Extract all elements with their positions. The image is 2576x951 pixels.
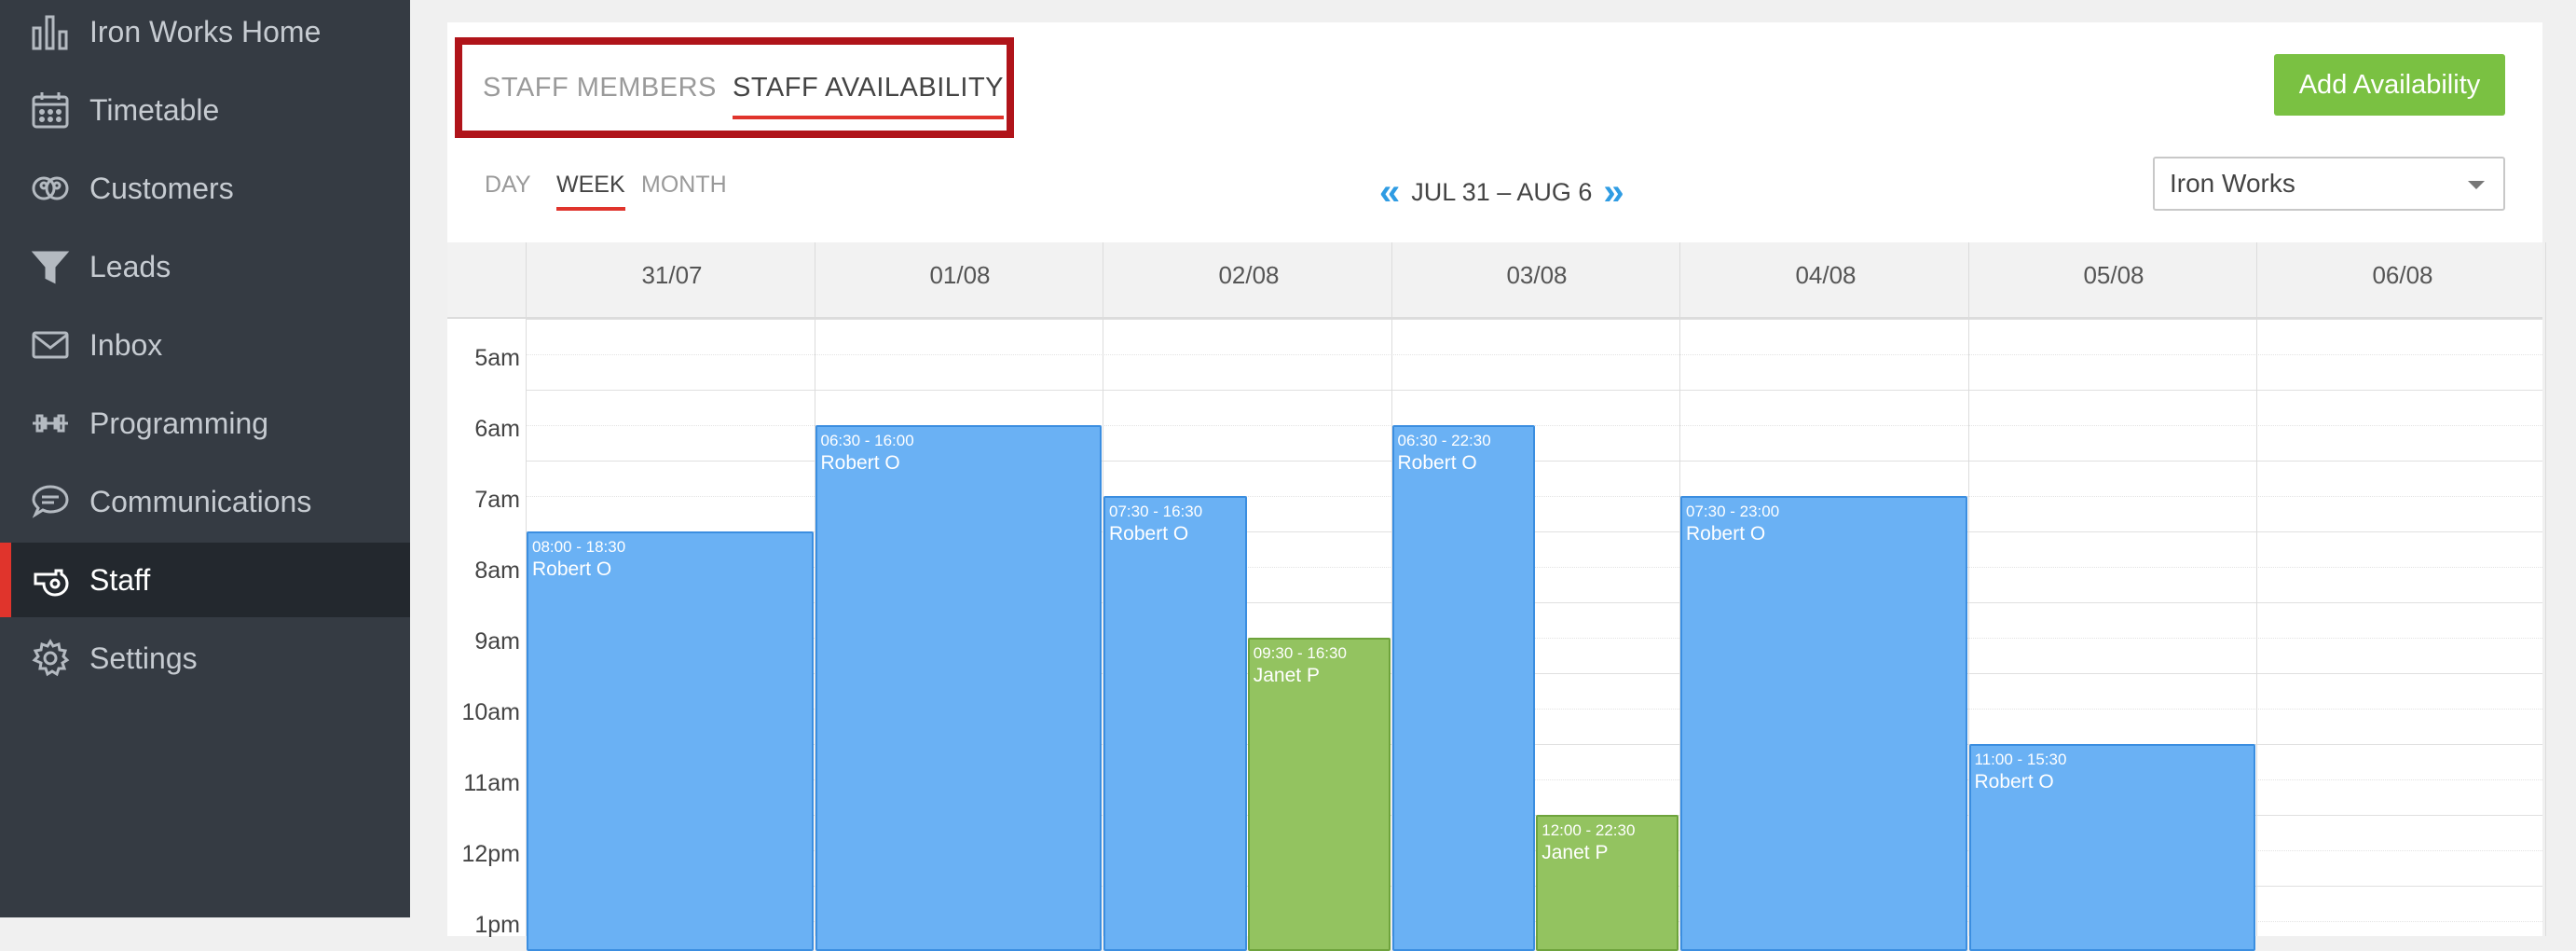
day-header: 03/08 bbox=[1506, 261, 1568, 289]
event-time: 08:00 - 18:30 bbox=[532, 538, 626, 556]
sidebar: Iron Works Home Timetable Customers Lead… bbox=[0, 0, 410, 917]
caret-down-icon bbox=[2468, 181, 2485, 189]
event-time: 12:00 - 22:30 bbox=[1541, 821, 1636, 839]
availability-event[interactable]: 07:30 - 23:00 Robert O bbox=[1680, 496, 1967, 951]
whistle-icon bbox=[26, 556, 75, 604]
double-chevron-right-icon[interactable]: » bbox=[1603, 173, 1624, 211]
view-week[interactable]: WEEK bbox=[556, 172, 625, 211]
availability-event[interactable]: 07:30 - 16:30 Robert O bbox=[1103, 496, 1247, 951]
view-month[interactable]: MONTH bbox=[641, 172, 727, 199]
dumbbell-icon bbox=[26, 399, 75, 448]
event-staff-name: Robert O bbox=[820, 452, 900, 474]
availability-event[interactable]: 06:30 - 22:30 Robert O bbox=[1391, 425, 1536, 951]
event-staff-name: Robert O bbox=[1397, 452, 1477, 474]
event-staff-name: Robert O bbox=[1686, 523, 1766, 544]
time-label: 7am bbox=[474, 487, 520, 513]
sidebar-item-label: Programming bbox=[89, 406, 269, 440]
event-staff-name: Robert O bbox=[532, 558, 612, 580]
sidebar-item-label: Inbox bbox=[89, 327, 163, 362]
funnel-icon bbox=[26, 242, 75, 291]
event-staff-name: Janet P bbox=[1541, 842, 1609, 863]
event-staff-name: Robert O bbox=[1109, 523, 1189, 544]
chat-bubble-icon bbox=[26, 477, 75, 526]
location-select[interactable]: Iron Works bbox=[2153, 157, 2505, 211]
availability-event[interactable]: 12:00 - 22:30 Janet P bbox=[1536, 815, 1679, 951]
sidebar-item-leads[interactable]: Leads bbox=[0, 229, 410, 304]
grid-line bbox=[526, 354, 2542, 355]
column-divider bbox=[2256, 242, 2257, 936]
view-day[interactable]: DAY bbox=[485, 172, 531, 199]
day-header: 02/08 bbox=[1218, 261, 1280, 289]
sidebar-item-customers[interactable]: Customers bbox=[0, 151, 410, 226]
event-time: 07:30 - 23:00 bbox=[1686, 503, 1780, 520]
gear-icon bbox=[26, 634, 75, 682]
calendar-icon bbox=[26, 86, 75, 134]
add-availability-button[interactable]: Add Availability bbox=[2274, 54, 2505, 116]
sidebar-item-communications[interactable]: Communications bbox=[0, 464, 410, 539]
day-header: 06/08 bbox=[2372, 261, 2433, 289]
day-header: 05/08 bbox=[2083, 261, 2144, 289]
grid-line bbox=[526, 390, 2542, 391]
availability-event[interactable]: 08:00 - 18:30 Robert O bbox=[527, 531, 814, 951]
sidebar-item-staff[interactable]: Staff bbox=[0, 543, 410, 617]
sidebar-item-label: Iron Works Home bbox=[89, 14, 322, 48]
time-label: 9am bbox=[474, 628, 520, 655]
calendar-header: 31/07 01/08 02/08 03/08 04/08 05/08 06/0… bbox=[447, 242, 2542, 319]
sidebar-item-label: Leads bbox=[89, 249, 171, 283]
event-time: 07:30 - 16:30 bbox=[1109, 503, 1203, 520]
date-range: JUL 31 – AUG 6 bbox=[1411, 177, 1593, 206]
double-chevron-left-icon[interactable]: « bbox=[1379, 173, 1400, 211]
mail-icon bbox=[26, 321, 75, 369]
time-label: 10am bbox=[461, 699, 520, 725]
sidebar-item-label: Staff bbox=[89, 562, 151, 597]
sidebar-item-settings[interactable]: Settings bbox=[0, 621, 410, 696]
location-value: Iron Works bbox=[2170, 169, 2295, 198]
day-header: 31/07 bbox=[641, 261, 703, 289]
time-label: 1pm bbox=[474, 912, 520, 938]
time-label: 6am bbox=[474, 416, 520, 442]
sidebar-item-timetable[interactable]: Timetable bbox=[0, 73, 410, 147]
time-label: 12pm bbox=[461, 841, 520, 867]
sidebar-item-label: Settings bbox=[89, 641, 198, 675]
availability-event[interactable]: 11:00 - 15:30 Robert O bbox=[1968, 744, 2255, 951]
day-header: 04/08 bbox=[1795, 261, 1857, 289]
sidebar-item-label: Communications bbox=[89, 484, 312, 518]
time-label: 8am bbox=[474, 558, 520, 584]
event-staff-name: Janet P bbox=[1253, 665, 1320, 686]
main-panel: STAFF MEMBERS STAFF AVAILABILITY Add Ava… bbox=[447, 22, 2546, 951]
week-calendar: 31/07 01/08 02/08 03/08 04/08 05/08 06/0… bbox=[447, 242, 2546, 951]
column-divider bbox=[2544, 242, 2546, 936]
tab-staff-availability[interactable]: STAFF AVAILABILITY bbox=[733, 73, 1005, 119]
sidebar-item-home[interactable]: Iron Works Home bbox=[0, 0, 410, 69]
time-label: 5am bbox=[474, 345, 520, 371]
event-time: 06:30 - 22:30 bbox=[1397, 432, 1491, 449]
grid-line bbox=[526, 319, 2542, 320]
sidebar-item-label: Customers bbox=[89, 171, 234, 205]
sidebar-item-label: Timetable bbox=[89, 92, 220, 127]
sidebar-item-inbox[interactable]: Inbox bbox=[0, 308, 410, 382]
event-time: 09:30 - 16:30 bbox=[1253, 644, 1347, 662]
event-time: 06:30 - 16:00 bbox=[820, 432, 914, 449]
bar-chart-icon bbox=[26, 7, 75, 56]
availability-event[interactable]: 09:30 - 16:30 Janet P bbox=[1247, 638, 1391, 951]
availability-event[interactable]: 06:30 - 16:00 Robert O bbox=[815, 425, 1102, 951]
day-header: 01/08 bbox=[929, 261, 991, 289]
tab-group-highlight: STAFF MEMBERS STAFF AVAILABILITY bbox=[455, 37, 1014, 138]
time-label: 11am bbox=[463, 770, 520, 796]
event-staff-name: Robert O bbox=[1974, 771, 2054, 792]
event-time: 11:00 - 15:30 bbox=[1974, 751, 2067, 768]
users-icon bbox=[26, 164, 75, 213]
sidebar-item-programming[interactable]: Programming bbox=[0, 386, 410, 461]
tab-staff-members[interactable]: STAFF MEMBERS bbox=[483, 73, 717, 103]
date-navigator: « JUL 31 – AUG 6 » bbox=[1379, 173, 1624, 211]
